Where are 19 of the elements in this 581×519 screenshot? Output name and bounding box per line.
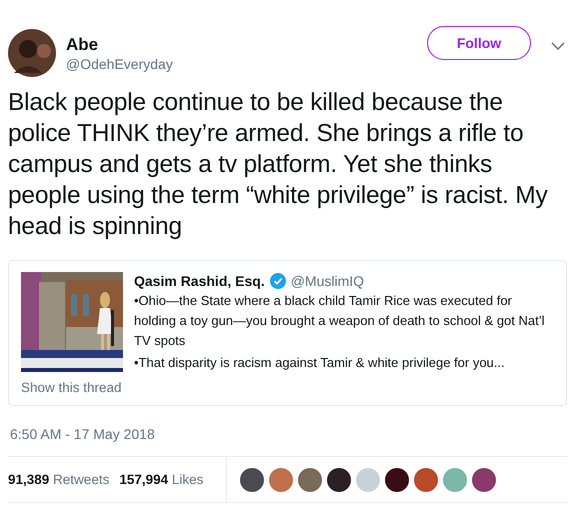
show-thread-link[interactable]: Show this thread: [21, 380, 123, 395]
author-handle[interactable]: @OdehEveryday: [66, 54, 427, 72]
quoted-tweet-text: •That disparity is racism against Tamir & white privilege for you...: [134, 354, 506, 372]
quoted-author-handle[interactable]: @MuslimIQ: [290, 273, 364, 289]
liker-avatar-icon[interactable]: [240, 468, 264, 492]
stat-count[interactable]: 157,994 Likes: [119, 472, 204, 487]
quoted-tweet-text: •Ohio—the State where a black child Tamir Rice was executed for holding a toy gun—you brought a weapon of death to school & got Nat’l TV spots: [134, 292, 546, 350]
quoted-author-name[interactable]: Qasim Rashid, Esq.: [134, 273, 265, 289]
avatar-icon[interactable]: [8, 29, 56, 77]
tweet-text: Black people continue to be killed because the police THINK they’re armed. She brings a rifle to campus and gets a tv platform. Yet she thinks people using the term “white privilege” is racist. My head is spinning: [8, 88, 549, 242]
chevron-down-icon[interactable]: [551, 42, 565, 50]
author-name[interactable]: Abe: [66, 34, 427, 54]
liker-avatar-icon[interactable]: [385, 468, 409, 492]
liker-avatar-icon[interactable]: [472, 468, 496, 492]
follow-button[interactable]: Follow: [427, 26, 531, 60]
quoted-tweet-card[interactable]: [8, 260, 567, 406]
liker-avatar-icon[interactable]: [327, 468, 351, 492]
timestamp[interactable]: 6:50 AM - 17 May 2018: [10, 424, 567, 444]
stat-count[interactable]: 91,389 Retweets: [8, 472, 110, 487]
